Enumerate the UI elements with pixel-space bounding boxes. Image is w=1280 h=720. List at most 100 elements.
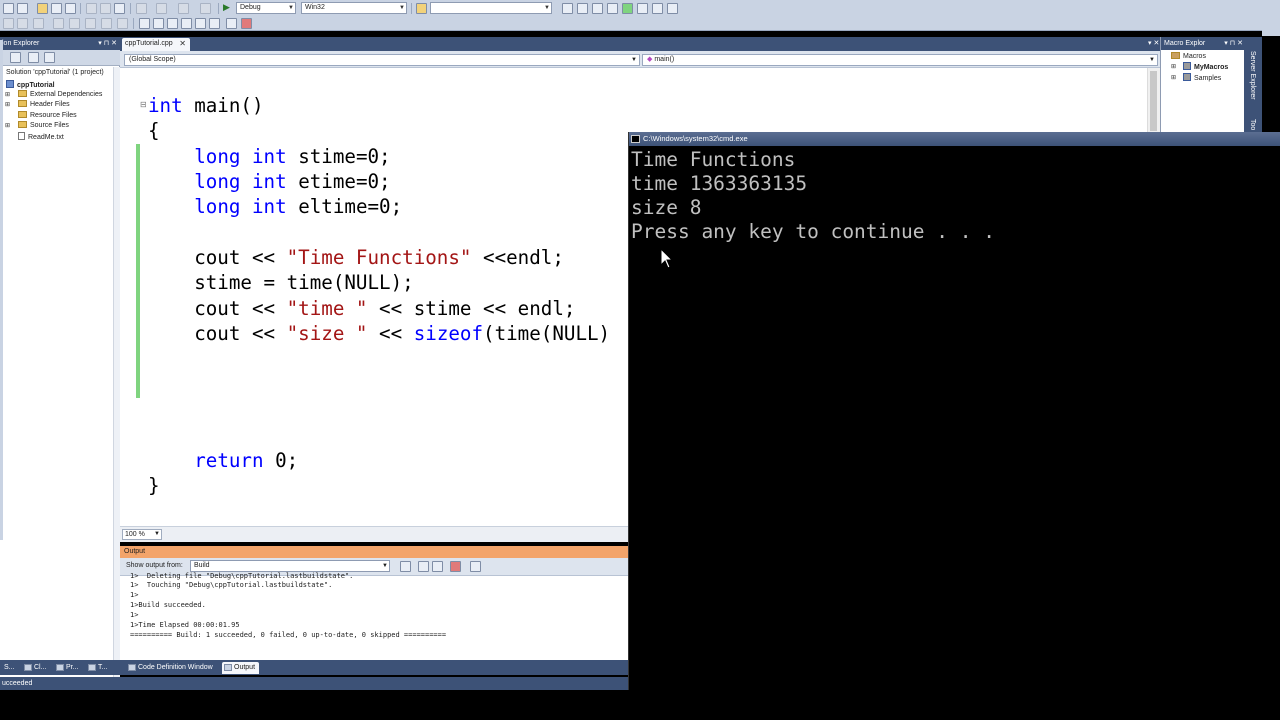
parameter-info-icon[interactable] [17,18,28,29]
toolbox-icon[interactable] [607,3,618,14]
solution-explorer-title-bar: ion Explorer ▾ ⊓ ✕ [0,37,120,50]
tab-toolbox[interactable]: Too [1249,119,1256,130]
tree-item-project[interactable]: cppTutorial [6,80,55,89]
find-message-icon[interactable] [400,561,411,572]
console-line: Time Functions [631,148,796,171]
desktop-background [0,690,1280,720]
scrollbar-thumb[interactable] [1150,71,1157,131]
command-window-icon[interactable] [652,3,663,14]
toolbar-separator [133,18,134,29]
clear-bookmarks-icon[interactable] [209,18,220,29]
cut-icon[interactable] [86,3,97,14]
navigate-backward-icon[interactable] [178,3,189,14]
expand-icon[interactable]: ⊞ [1171,74,1176,81]
save-all-icon[interactable] [65,3,76,14]
previous-bookmark-icon[interactable] [153,18,164,29]
panel-title: Output [124,548,146,555]
open-file-icon[interactable] [37,3,48,14]
add-item-icon[interactable] [17,3,28,14]
extension-manager-icon[interactable] [637,3,648,14]
clear-all-icon[interactable] [450,561,461,572]
next-bookmark-folder-icon[interactable] [195,18,206,29]
previous-bookmark-folder-icon[interactable] [181,18,192,29]
tree-item-solution[interactable]: Solution 'cppTutorial' (1 project) [6,69,104,76]
previous-message-icon[interactable] [418,561,429,572]
tab-team-explorer[interactable]: T... [86,662,111,674]
tab-property-manager[interactable]: Pr... [54,662,82,674]
tree-item-external-dependencies[interactable]: External Dependencies [18,90,102,98]
navigate-forward-icon[interactable] [200,3,211,14]
tree-item-source-files[interactable]: Source Files [18,121,69,129]
show-output-from-combo[interactable]: Build ▼ [190,560,390,572]
toggle-bookmark-icon[interactable] [139,18,150,29]
decrease-indent-icon[interactable] [53,18,64,29]
increase-indent-icon[interactable] [69,18,80,29]
quick-info-icon[interactable] [3,18,14,29]
new-project-icon[interactable] [3,3,14,14]
expand-icon[interactable]: ⊞ [5,101,10,108]
tree-item-mymacros[interactable]: MyMacros [1183,62,1228,71]
solution-configuration-combo[interactable]: Debug ▼ [236,2,296,14]
bookmark-icon[interactable] [117,18,128,29]
undo-icon[interactable] [136,3,147,14]
find-combo[interactable]: ▼ [430,2,552,14]
copy-icon[interactable] [100,3,111,14]
member-combo[interactable]: ◆ main() ▼ [642,54,1158,66]
next-bookmark-icon[interactable] [167,18,178,29]
panel-window-controls[interactable]: ▾ ⊓ ✕ [1224,37,1243,50]
uncomment-icon[interactable] [101,18,112,29]
word-completion-icon[interactable] [33,18,44,29]
zoom-combo[interactable]: 100 % ▼ [122,529,162,540]
solution-explorer-scrollbar[interactable] [113,67,120,690]
solution-platform-combo[interactable]: Win32 ▼ [301,2,407,14]
code-line-10: cout << "size " << sizeof(time(NULL) [148,322,611,345]
find-in-files-icon[interactable] [416,3,427,14]
expand-icon[interactable]: ⊞ [1171,63,1176,70]
error-list-icon[interactable] [667,3,678,14]
solution-explorer-icon[interactable] [562,3,573,14]
tab-label: T... [98,664,108,671]
tab-server-explorer[interactable]: Server Explorer [1249,51,1256,100]
start-debugging-icon[interactable]: ▶ [223,2,230,13]
editor-window-controls[interactable]: ▾ ✕ [1148,39,1159,47]
console-title-bar[interactable]: C:\Windows\system32\cmd.exe [629,132,1280,146]
collapse-icon[interactable]: ⊟ [140,100,147,109]
tree-item-samples[interactable]: Samples [1183,73,1221,82]
close-icon[interactable]: ✕ [179,38,186,50]
tab-solution-explorer[interactable]: S... [0,662,19,674]
properties-icon[interactable] [577,3,588,14]
console-line: Press any key to continue . . . [631,220,995,243]
panel-window-controls[interactable]: ▾ ⊓ ✕ [98,37,117,50]
tab-code-definition-window[interactable]: Code Definition Window [126,662,217,674]
tree-item-label: MyMacros [1194,64,1229,71]
tree-item-header-files[interactable]: Header Files [18,100,70,108]
paste-icon[interactable] [114,3,125,14]
step-over-icon[interactable] [226,18,237,29]
folder-icon [18,111,27,118]
keyword-sizeof: sizeof [413,322,484,345]
redo-icon[interactable] [156,3,167,14]
properties-icon[interactable] [10,52,21,63]
tree-item-macros[interactable]: Macros [1171,52,1206,60]
comment-out-icon[interactable] [85,18,96,29]
tree-item-resource-files[interactable]: Resource Files [18,111,77,119]
next-message-icon[interactable] [432,561,443,572]
tree-item-readme[interactable]: ReadMe.txt [18,132,64,141]
editor-margin [120,68,136,526]
keyword-long-int: long int [194,170,287,193]
tab-class-view[interactable]: Cl... [22,662,50,674]
tab-cpptutorial-cpp[interactable]: cppTutorial.cpp ✕ [122,38,190,51]
console-window[interactable]: C:\Windows\system32\cmd.exe Time Functio… [628,132,1280,692]
expand-icon[interactable]: ⊞ [5,122,10,129]
expand-icon[interactable]: ⊞ [5,91,10,98]
object-browser-icon[interactable] [592,3,603,14]
start-page-icon[interactable] [622,3,633,14]
output-text-area[interactable]: 1> Deleting file "Debug\cppTutorial.last… [120,572,628,660]
show-all-files-icon[interactable] [28,52,39,63]
tab-output[interactable]: Output [222,662,260,674]
breakpoint-icon[interactable] [241,18,252,29]
scope-combo[interactable]: (Global Scope) ▼ [124,54,640,66]
refresh-icon[interactable] [44,52,55,63]
word-wrap-icon[interactable] [470,561,481,572]
save-icon[interactable] [51,3,62,14]
